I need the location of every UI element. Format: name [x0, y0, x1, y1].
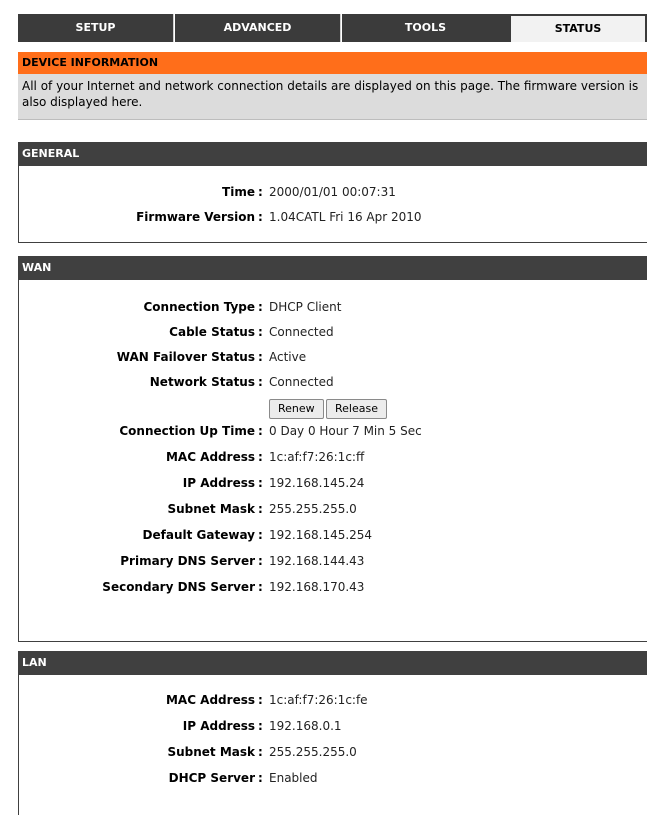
field-value: Connected — [269, 375, 334, 389]
wan-row-subnet-mask: Subnet Mask : 255.255.255.0 — [19, 498, 647, 520]
field-colon: : — [258, 450, 263, 464]
tab-advanced[interactable]: ADVANCED — [175, 14, 341, 42]
device-info-section: DEVICE INFORMATION All of your Internet … — [18, 52, 647, 120]
field-value: 255.255.255.0 — [269, 745, 357, 759]
lan-panel: MAC Address : 1c:af:f7:26:1c:fe IP Addre… — [18, 675, 647, 815]
field-colon: : — [258, 185, 263, 199]
lan-row-mac-address: MAC Address : 1c:af:f7:26:1c:fe — [19, 689, 647, 711]
field-value: 1c:af:f7:26:1c:fe — [269, 693, 368, 707]
wan-row-default-gateway: Default Gateway : 192.168.145.254 — [19, 524, 647, 546]
field-colon: : — [258, 424, 263, 438]
lan-row-subnet-mask: Subnet Mask : 255.255.255.0 — [19, 741, 647, 763]
field-value: Enabled — [269, 771, 318, 785]
general-row-firmware: Firmware Version : 1.04CATL Fri 16 Apr 2… — [19, 206, 647, 228]
wan-row-connection-type: Connection Type : DHCP Client — [19, 296, 647, 318]
field-label: MAC Address — [165, 450, 255, 464]
lan-row-ip-address: IP Address : 192.168.0.1 — [19, 715, 647, 737]
field-label: Connection Type — [143, 300, 255, 314]
field-colon: : — [258, 745, 263, 759]
general-header: GENERAL — [18, 142, 647, 166]
field-value: 192.168.170.43 — [269, 580, 365, 594]
device-info-header: DEVICE INFORMATION — [18, 52, 647, 74]
field-value: 0 Day 0 Hour 7 Min 5 Sec — [269, 424, 422, 438]
field-colon: : — [258, 300, 263, 314]
wan-row-network-status: Network Status : Connected — [19, 371, 647, 393]
field-colon: : — [258, 528, 263, 542]
field-value: 1c:af:f7:26:1c:ff — [269, 450, 365, 464]
lan-row-dhcp-server: DHCP Server : Enabled — [19, 767, 647, 789]
field-value: Connected — [269, 325, 334, 339]
field-value: 1.04CATL Fri 16 Apr 2010 — [269, 210, 422, 224]
field-label: Connection Up Time — [119, 424, 255, 438]
general-panel: Time : 2000/01/01 00:07:31 Firmware Vers… — [18, 166, 647, 243]
field-colon: : — [258, 502, 263, 516]
field-value: 192.168.0.1 — [269, 719, 342, 733]
field-label: Firmware Version — [136, 210, 255, 224]
lan-section: LAN MAC Address : 1c:af:f7:26:1c:fe IP A… — [18, 651, 647, 815]
wan-panel: Connection Type : DHCP Client Cable Stat… — [18, 280, 647, 642]
field-colon: : — [258, 375, 263, 389]
wan-button-row: Renew Release — [19, 397, 647, 419]
field-label: Subnet Mask — [167, 745, 255, 759]
field-colon: : — [258, 554, 263, 568]
field-label: MAC Address — [165, 693, 255, 707]
field-label: IP Address — [182, 719, 255, 733]
general-section: GENERAL Time : 2000/01/01 00:07:31 Firmw… — [18, 142, 647, 243]
field-colon: : — [258, 350, 263, 364]
field-label: Secondary DNS Server — [102, 580, 255, 594]
wan-row-cable-status: Cable Status : Connected — [19, 321, 647, 343]
device-info-description: All of your Internet and network connect… — [18, 74, 647, 120]
field-colon: : — [258, 210, 263, 224]
field-colon: : — [258, 771, 263, 785]
wan-row-failover-status: WAN Failover Status : Active — [19, 346, 647, 368]
top-nav-tabs: SETUP ADVANCED TOOLS STATUS — [18, 14, 647, 42]
general-row-time: Time : 2000/01/01 00:07:31 — [19, 181, 647, 203]
field-value: Active — [269, 350, 307, 364]
field-label: Time — [222, 185, 255, 199]
field-value: 192.168.145.24 — [269, 476, 365, 490]
field-value: 2000/01/01 00:07:31 — [269, 185, 396, 199]
field-colon: : — [258, 693, 263, 707]
lan-header: LAN — [18, 651, 647, 675]
field-value: 255.255.255.0 — [269, 502, 357, 516]
field-label: Primary DNS Server — [120, 554, 255, 568]
wan-row-mac-address: MAC Address : 1c:af:f7:26:1c:ff — [19, 446, 647, 468]
field-colon: : — [258, 325, 263, 339]
release-button[interactable]: Release — [326, 399, 387, 419]
field-label: DHCP Server — [168, 771, 255, 785]
field-label: Cable Status — [169, 325, 255, 339]
field-label: IP Address — [182, 476, 255, 490]
wan-row-primary-dns: Primary DNS Server : 192.168.144.43 — [19, 550, 647, 572]
wan-row-up-time: Connection Up Time : 0 Day 0 Hour 7 Min … — [19, 420, 647, 442]
field-colon: : — [258, 580, 263, 594]
wan-row-ip-address: IP Address : 192.168.145.24 — [19, 472, 647, 494]
field-colon: : — [258, 719, 263, 733]
tab-status[interactable]: STATUS — [509, 14, 647, 42]
wan-header: WAN — [18, 256, 647, 280]
wan-section: WAN Connection Type : DHCP Client Cable … — [18, 256, 647, 642]
tab-tools[interactable]: TOOLS — [342, 14, 509, 42]
field-value: 192.168.145.254 — [269, 528, 373, 542]
tab-setup[interactable]: SETUP — [18, 14, 174, 42]
field-label: WAN Failover Status — [116, 350, 255, 364]
field-value: DHCP Client — [269, 300, 342, 314]
field-label: Subnet Mask — [167, 502, 255, 516]
field-label: Network Status — [149, 375, 255, 389]
wan-row-secondary-dns: Secondary DNS Server : 192.168.170.43 — [19, 576, 647, 598]
field-colon: : — [258, 476, 263, 490]
field-value: 192.168.144.43 — [269, 554, 365, 568]
field-label: Default Gateway — [142, 528, 255, 542]
renew-button[interactable]: Renew — [269, 399, 324, 419]
